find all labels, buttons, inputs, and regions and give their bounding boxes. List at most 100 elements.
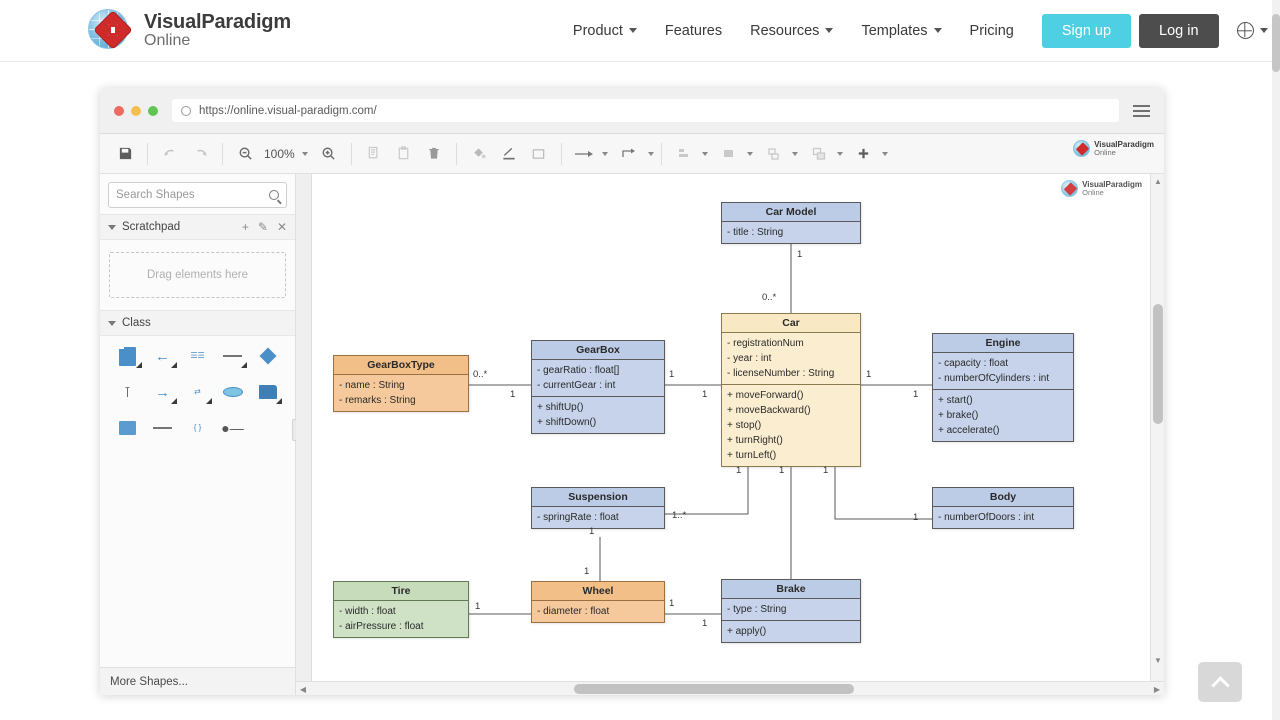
redo-icon[interactable]: [185, 141, 215, 167]
order-icon[interactable]: [804, 141, 834, 167]
more-shapes-button[interactable]: More Shapes...: [100, 667, 295, 695]
uml-class-tire[interactable]: Tire - width : float - airPressure : flo…: [333, 581, 469, 638]
class-shape-icon[interactable]: [110, 345, 145, 368]
zoom-out-icon[interactable]: [230, 141, 260, 167]
copy-icon[interactable]: [359, 141, 389, 167]
uml-class-body[interactable]: Body - numberOfDoors : int: [932, 487, 1074, 529]
scratchpad-dropzone[interactable]: Drag elements here: [109, 252, 286, 298]
close-icon[interactable]: ✕: [277, 220, 287, 234]
save-icon[interactable]: [110, 141, 140, 167]
component-icon[interactable]: [110, 417, 145, 439]
note-icon[interactable]: ☰☰: [180, 345, 215, 367]
chevron-down-icon[interactable]: [836, 151, 843, 156]
uml-class-engine[interactable]: Engine - capacity : float - numberOfCyli…: [932, 333, 1074, 442]
distribute-icon[interactable]: [714, 141, 744, 167]
align-icon[interactable]: [669, 141, 699, 167]
language-selector[interactable]: [1236, 22, 1268, 39]
pin-icon[interactable]: ●—: [215, 417, 250, 439]
line-color-icon[interactable]: [494, 141, 524, 167]
arrow-right-icon[interactable]: →: [145, 381, 180, 404]
brand-logo-link[interactable]: VisualParadigm Online: [88, 7, 291, 55]
uml-class-brake[interactable]: Brake - type : String + apply(): [721, 579, 861, 643]
uml-class-gearboxtype[interactable]: GearBoxType - name : String - remarks : …: [333, 355, 469, 412]
chevron-down-icon[interactable]: [601, 151, 608, 156]
canvas-horizontal-scrollbar[interactable]: ◀ ▶: [296, 681, 1164, 695]
dependency-icon[interactable]: ⇄: [180, 381, 215, 404]
uml-class-car[interactable]: Car - registrationNum - year : int - lic…: [721, 313, 861, 467]
uml-operation: + shiftDown(): [537, 417, 597, 428]
connector-style-icon[interactable]: [615, 141, 645, 167]
zoom-in-icon[interactable]: [314, 141, 344, 167]
address-bar[interactable]: https://online.visual-paradigm.com/: [172, 99, 1119, 122]
nav-item-features[interactable]: Features: [651, 15, 736, 47]
multiplicity-label: 1: [823, 465, 829, 476]
chevron-down-icon[interactable]: [301, 151, 308, 156]
uml-class-wheel[interactable]: Wheel - diameter : float: [531, 581, 665, 623]
sign-up-button[interactable]: Sign up: [1041, 13, 1132, 48]
nav-item-templates[interactable]: Templates: [847, 15, 955, 47]
chevron-down-icon[interactable]: [746, 151, 753, 156]
plain-line-icon[interactable]: [145, 417, 180, 439]
maximize-window-dot[interactable]: [148, 105, 158, 116]
nav-item-pricing[interactable]: Pricing: [956, 15, 1028, 47]
scratchpad-section-header[interactable]: Scratchpad + ✎ ✕: [100, 214, 295, 240]
canvas-hscroll-thumb[interactable]: [574, 684, 854, 694]
scroll-left-arrow-icon[interactable]: ◀: [296, 682, 310, 695]
nav-item-product[interactable]: Product: [559, 15, 651, 47]
paste-icon[interactable]: [389, 141, 419, 167]
diamond-icon[interactable]: [250, 345, 285, 367]
uml-class-gearbox[interactable]: GearBox - gearRatio : float[] - currentG…: [531, 340, 665, 434]
address-bar-url: https://online.visual-paradigm.com/: [199, 104, 377, 117]
pencil-icon[interactable]: ✎: [258, 220, 268, 234]
fill-color-icon[interactable]: [464, 141, 494, 167]
chevron-down-icon[interactable]: [701, 151, 708, 156]
toolbar-divider: [660, 142, 662, 165]
canvas-left-gutter: [296, 174, 312, 695]
multiplicity-label: 1: [913, 389, 919, 400]
scroll-down-arrow-icon[interactable]: ▼: [1151, 653, 1164, 667]
package-icon[interactable]: [250, 381, 285, 404]
search-shapes-input[interactable]: Search Shapes: [108, 182, 287, 208]
class-section-header[interactable]: Class: [100, 310, 295, 336]
log-in-button[interactable]: Log in: [1139, 13, 1219, 48]
shapes-sidebar: Search Shapes Scratchpad + ✎ ✕ Drag elem…: [100, 174, 299, 695]
chevron-down-icon[interactable]: [881, 151, 888, 156]
more-shapes-label: More Shapes...: [110, 675, 188, 688]
page-scrollbar-thumb[interactable]: [1272, 14, 1280, 72]
multiplicity-label: 1: [702, 618, 708, 629]
ellipse-icon[interactable]: [215, 381, 250, 403]
minimize-window-dot[interactable]: [131, 105, 141, 116]
constraint-icon[interactable]: { }: [180, 417, 215, 439]
nav-item-resources[interactable]: Resources: [736, 15, 847, 47]
multiplicity-label: 1: [736, 465, 742, 476]
multiplicity-label: 1..*: [672, 510, 687, 521]
trash-icon[interactable]: [419, 141, 449, 167]
arrow-style-icon[interactable]: [569, 141, 599, 167]
scroll-up-arrow-icon[interactable]: ▲: [1151, 174, 1164, 188]
zoom-level-dropdown[interactable]: 100%: [260, 147, 299, 161]
uml-class-car-model[interactable]: Car Model - title : String: [721, 202, 861, 244]
diagram-canvas[interactable]: VisualParadigm Online Car Model - title …: [312, 174, 1150, 681]
scroll-right-arrow-icon[interactable]: ▶: [1150, 682, 1164, 695]
canvas-vscroll-thumb[interactable]: [1153, 304, 1163, 424]
uml-attribute: - springRate : float: [537, 512, 619, 523]
undo-icon[interactable]: [155, 141, 185, 167]
plus-icon[interactable]: [849, 141, 879, 167]
line-icon[interactable]: [215, 345, 250, 368]
browser-menu-icon[interactable]: [1133, 104, 1150, 117]
search-icon[interactable]: [269, 190, 279, 200]
group-icon[interactable]: [759, 141, 789, 167]
uml-class-title: Tire: [334, 582, 468, 601]
plus-icon[interactable]: +: [242, 220, 249, 234]
scroll-to-top-button[interactable]: [1198, 662, 1242, 702]
chevron-down-icon[interactable]: [791, 151, 798, 156]
shape-icon[interactable]: [524, 141, 554, 167]
page-info-icon: [181, 105, 191, 116]
chevron-down-icon[interactable]: [647, 151, 654, 156]
uml-class-suspension[interactable]: Suspension - springRate : float: [531, 487, 665, 529]
canvas-vertical-scrollbar[interactable]: ▲ ▼: [1150, 174, 1164, 681]
arrow-left-icon[interactable]: ←: [145, 345, 180, 368]
page-scrollbar[interactable]: [1272, 0, 1280, 720]
anchor-icon[interactable]: ⊺: [110, 381, 145, 403]
close-window-dot[interactable]: [114, 105, 124, 116]
